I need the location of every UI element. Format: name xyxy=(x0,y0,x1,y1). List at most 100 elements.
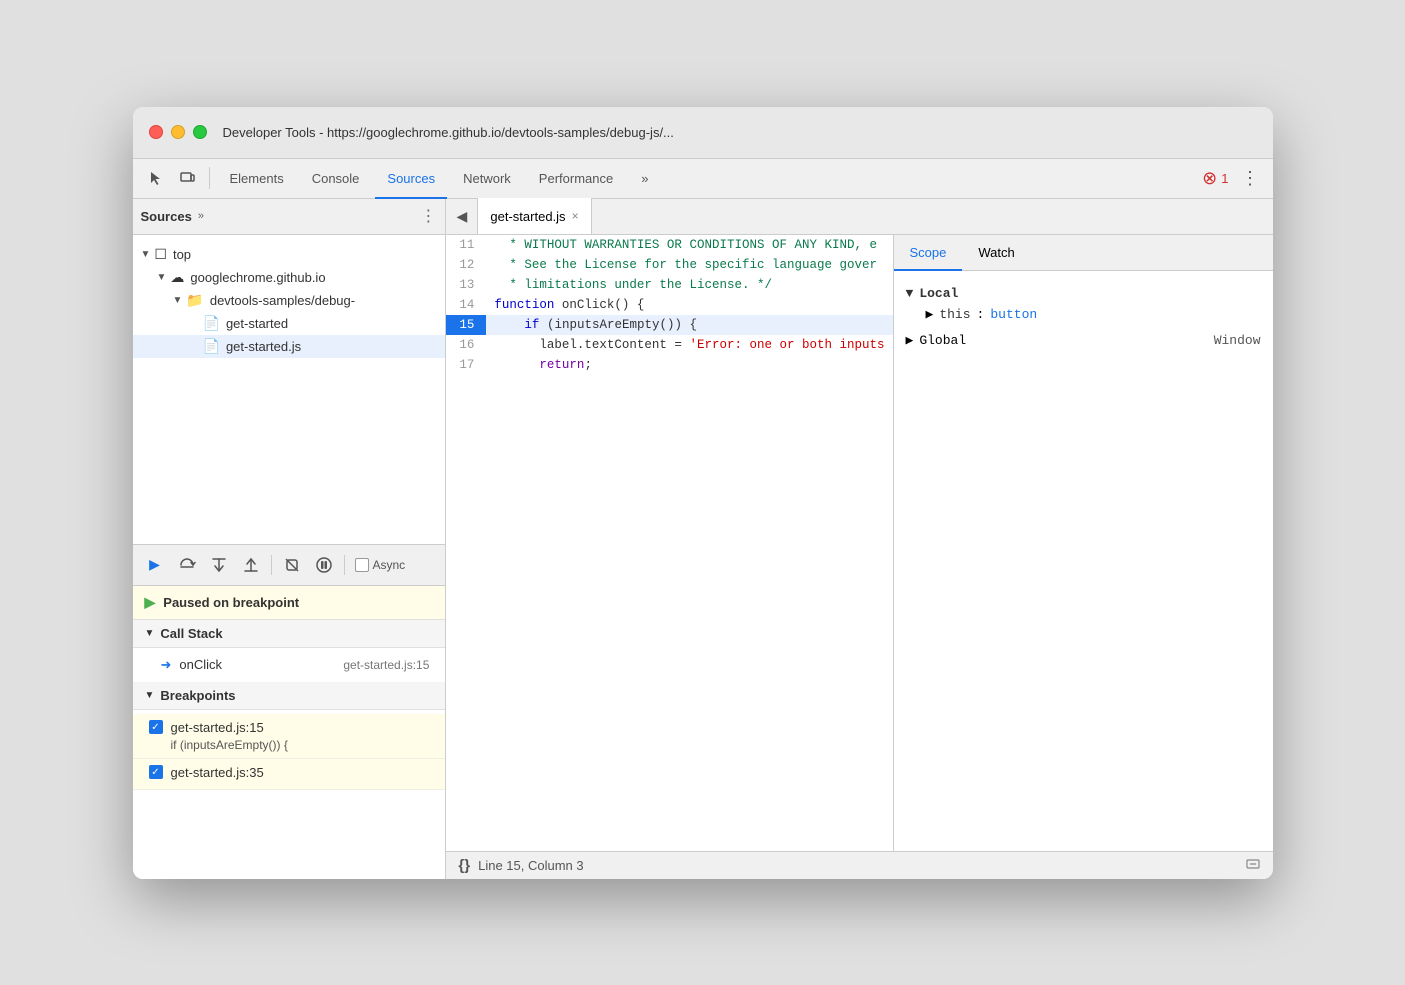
step-out-button[interactable] xyxy=(237,551,265,579)
line-content-16: label.textContent = 'Error: one or both … xyxy=(486,335,892,355)
sources-panel-label: Sources xyxy=(141,209,192,224)
breakpoint-name-1: get-started.js:15 xyxy=(171,720,264,735)
debug-divider xyxy=(271,555,272,575)
breakpoints-header[interactable]: ▼ Breakpoints xyxy=(133,682,446,710)
scope-local-arrow-icon: ▼ xyxy=(906,286,914,301)
tree-item-devtools[interactable]: ▼ 📁 devtools-samples/debug- xyxy=(133,289,446,312)
scope-global-label: Global xyxy=(919,333,966,348)
resume-button[interactable]: ▶ xyxy=(141,551,169,579)
line-content-15: if (inputsAreEmpty()) { xyxy=(486,315,892,335)
js-file-icon: 📄 xyxy=(203,338,220,355)
breakpoint-code-1: if (inputsAreEmpty()) { xyxy=(149,738,430,752)
call-stack-arrow-icon: ▼ xyxy=(145,628,155,639)
paused-banner: ▶ Paused on breakpoint xyxy=(133,586,446,620)
editor-tab-get-started-js[interactable]: get-started.js × xyxy=(478,198,591,234)
async-checkbox[interactable] xyxy=(355,558,369,572)
breakpoint-checkbox-2[interactable]: ✓ xyxy=(149,765,163,779)
pretty-print-icon[interactable]: {} xyxy=(458,857,470,874)
traffic-lights xyxy=(149,125,207,139)
code-line-15: 15 if (inputsAreEmpty()) { xyxy=(446,315,892,335)
console-drawer-icon[interactable] xyxy=(1245,856,1261,872)
breakpoints-label: Breakpoints xyxy=(160,688,235,703)
tree-arrow-devtools: ▼ xyxy=(173,295,183,306)
scope-global-section[interactable]: ▶ Global Window xyxy=(894,329,1273,352)
device-icon[interactable] xyxy=(173,164,201,192)
tab-more[interactable]: » xyxy=(629,159,660,199)
breakpoints-arrow-icon: ▼ xyxy=(145,690,155,701)
scope-local-label: Local xyxy=(919,286,958,301)
paused-arrow-icon: ▶ xyxy=(145,594,156,611)
tab-network[interactable]: Network xyxy=(451,159,523,199)
tree-arrow-top: ▼ xyxy=(141,249,151,260)
window-title: Developer Tools - https://googlechrome.g… xyxy=(223,125,674,140)
status-right xyxy=(1245,856,1261,875)
step-into-button[interactable] xyxy=(205,551,233,579)
debug-divider-2 xyxy=(344,555,345,575)
call-stack-header[interactable]: ▼ Call Stack xyxy=(133,620,446,648)
tree-item-get-started[interactable]: 📄 get-started xyxy=(133,312,446,335)
step-over-button[interactable] xyxy=(173,551,201,579)
tab-scope[interactable]: Scope xyxy=(894,235,963,271)
left-panel: Sources » ⋮ ▼ ☐ top ▼ ☁ googlechrome.git… xyxy=(133,199,447,879)
editor-nav-button[interactable]: ◀ xyxy=(446,198,478,234)
folder-icon: ☐ xyxy=(154,246,167,263)
file-tree: ▼ ☐ top ▼ ☁ googlechrome.github.io ▼ 📁 d… xyxy=(133,235,446,544)
status-bar: {} Line 15, Column 3 xyxy=(446,851,1272,879)
editor-tab-close-icon[interactable]: × xyxy=(572,209,579,223)
tree-item-get-started-js[interactable]: 📄 get-started.js xyxy=(133,335,446,358)
line-num-12: 12 xyxy=(446,255,486,275)
file-icon: 📄 xyxy=(203,315,220,332)
blue-folder-icon: 📁 xyxy=(186,292,203,309)
devtools-toolbar: Elements Console Sources Network Perform… xyxy=(133,159,1273,199)
tree-item-domain[interactable]: ▼ ☁ googlechrome.github.io xyxy=(133,266,446,289)
breakpoint-name-2: get-started.js:35 xyxy=(171,765,264,780)
call-stack-item-onclick[interactable]: ➜ onClick get-started.js:15 xyxy=(133,652,446,678)
deactivate-breakpoints-button[interactable] xyxy=(278,551,306,579)
right-panel: ◀ get-started.js × 11 * WITHOUT WARRANTI… xyxy=(446,199,1272,879)
tab-console[interactable]: Console xyxy=(300,159,372,199)
pause-exceptions-button[interactable] xyxy=(310,551,338,579)
breakpoints-content: ✓ get-started.js:15 if (inputsAreEmpty()… xyxy=(133,710,446,794)
code-line-14: 14 function onClick() { xyxy=(446,295,892,315)
tab-watch[interactable]: Watch xyxy=(962,235,1030,271)
scope-item-this[interactable]: ▶ this : button xyxy=(906,304,1261,325)
code-line-13: 13 * limitations under the License. */ xyxy=(446,275,892,295)
line-num-15: 15 xyxy=(446,315,486,335)
close-button[interactable] xyxy=(149,125,163,139)
line-content-12: * See the License for the specific langu… xyxy=(486,255,892,275)
line-num-17: 17 xyxy=(446,355,486,375)
line-content-17: return; xyxy=(486,355,892,375)
line-num-14: 14 xyxy=(446,295,486,315)
call-stack-item-name: onClick xyxy=(179,657,222,672)
tree-arrow-domain: ▼ xyxy=(157,272,167,283)
line-num-13: 13 xyxy=(446,275,486,295)
maximize-button[interactable] xyxy=(193,125,207,139)
error-badge[interactable]: ⊗ 1 xyxy=(1202,168,1228,189)
tree-item-top[interactable]: ▼ ☐ top xyxy=(133,243,446,266)
tab-sources[interactable]: Sources xyxy=(375,159,447,199)
async-checkbox-label: Async xyxy=(355,558,406,572)
code-line-12: 12 * See the License for the specific la… xyxy=(446,255,892,275)
tab-performance[interactable]: Performance xyxy=(527,159,625,199)
call-stack-label: Call Stack xyxy=(160,626,222,641)
scope-local-header[interactable]: ▼ Local xyxy=(906,283,1261,304)
sources-chevron-icon[interactable]: » xyxy=(198,210,204,222)
paused-label: Paused on breakpoint xyxy=(163,595,299,610)
cursor-icon[interactable] xyxy=(141,164,169,192)
title-bar: Developer Tools - https://googlechrome.g… xyxy=(133,107,1273,159)
code-editor[interactable]: 11 * WITHOUT WARRANTIES OR CONDITIONS OF… xyxy=(446,235,892,851)
line-content-14: function onClick() { xyxy=(486,295,892,315)
minimize-button[interactable] xyxy=(171,125,185,139)
breakpoint-checkbox-1[interactable]: ✓ xyxy=(149,720,163,734)
scope-global-value: Window xyxy=(1214,333,1261,348)
tab-elements[interactable]: Elements xyxy=(218,159,296,199)
more-options-icon[interactable]: ⋮ xyxy=(1237,164,1265,192)
sources-panel-menu[interactable]: ⋮ xyxy=(420,206,437,226)
breakpoint-item-2: ✓ get-started.js:35 xyxy=(133,759,446,790)
toolbar-divider-1 xyxy=(209,167,210,189)
scope-local-section: ▼ Local ▶ this : button xyxy=(894,279,1273,329)
debug-toolbar: ▶ xyxy=(133,544,446,586)
sources-panel-header: Sources » ⋮ xyxy=(133,199,446,235)
line-content-11: * WITHOUT WARRANTIES OR CONDITIONS OF AN… xyxy=(486,235,892,255)
line-num-16: 16 xyxy=(446,335,486,355)
